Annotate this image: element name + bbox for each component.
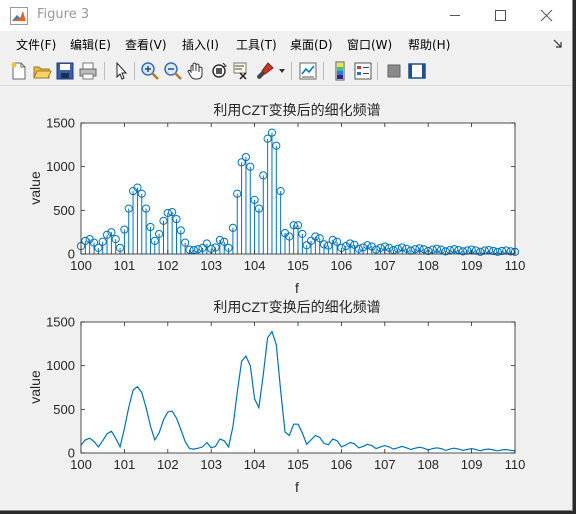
x-tick-label: 102 [157,457,179,472]
x-tick-label: 101 [114,258,136,273]
chevron-down-icon[interactable] [279,69,285,73]
x-tick-label: 103 [200,258,222,273]
brush-icon[interactable] [254,60,276,82]
menu-help[interactable]: 帮助(H) [408,36,450,53]
figure-canvas: 利用CZT变换后的细化频谱 100 101 102 103 104 105 106 107 10… [8,86,571,506]
menu-insert[interactable]: 插入(I) [182,36,219,53]
save-icon[interactable] [54,60,76,82]
y-tick-label: 1000 [46,159,75,174]
x-tick-label: 108 [417,258,439,273]
minimize-button[interactable] [432,0,478,31]
x-tick-label: 106 [331,258,353,273]
menu-window[interactable]: 窗口(W) [347,36,392,53]
title-bar[interactable]: Figure 3 [0,0,572,31]
toolbar-separator [377,62,378,80]
stem-plot-axes[interactable]: 利用CZT变换后的细化频谱 100 101 102 103 104 105 106 107 10… [27,102,525,296]
legend-icon[interactable] [352,60,374,82]
x-axis-label: f [295,479,299,495]
zoom-in-icon[interactable] [139,60,161,82]
plot-title: 利用CZT变换后的细化频谱 [213,299,380,315]
x-tick-label: 101 [114,457,136,472]
toolbar-separator [291,62,292,80]
line-plot-axes[interactable]: 利用CZT变换后的细化频谱 100 101 102 103 104 105 106 107 10… [27,299,525,495]
x-tick-label: 110 [505,258,526,273]
maximize-button[interactable] [478,0,524,31]
close-icon [540,9,553,22]
x-tick-label: 109 [461,457,483,472]
y-tick-label: 1000 [46,358,75,373]
y-axis-label: value [27,370,43,404]
x-tick-label: 106 [331,457,353,472]
menu-view[interactable]: 查看(V) [125,36,167,53]
x-tick-label: 110 [505,457,526,472]
zoom-out-icon[interactable] [162,60,184,82]
menu-edit[interactable]: 编辑(E) [70,36,111,53]
minimize-icon [450,15,460,16]
print-icon[interactable] [77,60,99,82]
plot-title: 利用CZT变换后的细化频谱 [213,102,380,118]
y-tick-label: 500 [53,203,75,218]
colorbar-icon[interactable] [329,60,351,82]
open-file-icon[interactable] [31,60,53,82]
axes-background [81,322,515,453]
data-cursor-icon[interactable] [231,60,253,82]
matlab-logo-icon [10,7,28,25]
menu-file[interactable]: 文件(F) [16,36,56,53]
y-tick-label: 0 [68,247,75,262]
figure-window: Figure 3 文件(F) 编辑(E) 查看(V) 插入(I) 工具(T) 桌… [0,0,573,511]
maximize-icon [495,10,506,21]
show-plot-tools-icon[interactable] [406,60,428,82]
x-tick-label: 105 [287,457,309,472]
hide-plot-tools-icon[interactable] [383,60,405,82]
x-tick-label: 107 [374,457,396,472]
y-tick-label: 1500 [46,116,75,131]
menu-tools[interactable]: 工具(T) [236,36,277,53]
x-tick-label: 108 [417,457,439,472]
figure-plots: 利用CZT变换后的细化频谱 100 101 102 103 104 105 106 107 10… [27,102,525,495]
menu-bar: 文件(F) 编辑(E) 查看(V) 插入(I) 工具(T) 桌面(D) 窗口(W… [0,32,572,56]
x-tick-label: 107 [374,258,396,273]
x-tick-label: 105 [287,258,309,273]
x-tick-label: 104 [244,457,266,472]
rotate-3d-icon[interactable] [208,60,230,82]
pointer-icon[interactable] [110,60,132,82]
toolbar-separator [134,62,135,80]
y-tick-label: 0 [68,446,75,461]
window-title: Figure 3 [37,7,90,22]
x-tick-label: 103 [200,457,222,472]
toolbar-separator [104,62,105,80]
toolbar-separator [323,62,324,80]
x-axis-label: f [295,280,299,296]
y-tick-label: 1500 [46,315,75,330]
dock-arrow-icon[interactable] [553,39,563,49]
x-tick-label: 102 [157,258,179,273]
y-axis-label: value [27,171,43,205]
y-tick-label: 500 [53,402,75,417]
menu-desktop[interactable]: 桌面(D) [290,36,333,53]
new-figure-icon[interactable] [8,60,30,82]
link-plot-icon[interactable] [297,60,319,82]
x-tick-label: 104 [244,258,266,273]
pan-icon[interactable] [185,60,207,82]
x-tick-label: 109 [461,258,483,273]
close-button[interactable] [524,0,570,31]
toolbar [0,57,572,86]
